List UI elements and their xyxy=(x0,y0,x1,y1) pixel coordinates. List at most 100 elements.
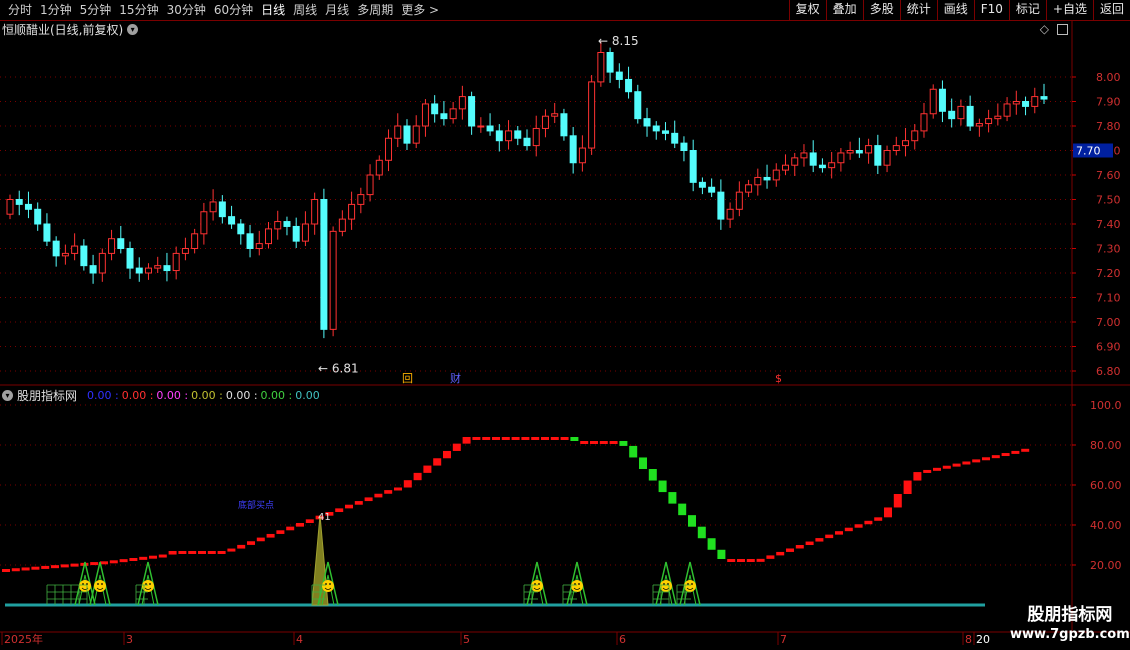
candle-body xyxy=(311,199,319,225)
indicator-bar xyxy=(217,551,226,554)
candle-body xyxy=(994,115,1002,120)
smiley-eye xyxy=(691,583,693,585)
candle-body xyxy=(1012,101,1020,105)
price-axis-label: 7.00 xyxy=(1096,316,1121,329)
candle-body xyxy=(772,169,780,181)
indicator-bar xyxy=(658,480,667,493)
candle-body xyxy=(717,191,725,220)
candle-body xyxy=(61,252,69,257)
price-axis-label: 8.00 xyxy=(1096,71,1121,84)
candle-body xyxy=(191,233,199,250)
price-axis-label: 6.80 xyxy=(1096,365,1121,378)
candle-body xyxy=(708,186,716,193)
event-marker-2: $ xyxy=(775,372,782,385)
candle-body xyxy=(1003,103,1011,117)
indicator-bar xyxy=(256,537,265,542)
indicator-bar xyxy=(717,549,726,559)
candle-body xyxy=(763,176,771,181)
smiley-icon xyxy=(94,580,106,592)
candle-body xyxy=(274,221,282,230)
price-axis-label: 7.90 xyxy=(1096,96,1121,109)
indicator-bar xyxy=(227,548,236,552)
candle-body xyxy=(98,252,106,274)
indicator-bar xyxy=(129,558,138,561)
candle-body xyxy=(680,142,688,151)
price-axis-label: 7.60 xyxy=(1096,169,1121,182)
indicator-bar xyxy=(305,519,314,523)
indicator-bar xyxy=(521,437,530,440)
candle-body xyxy=(246,233,254,250)
candle-body xyxy=(809,152,817,166)
indicator-bar xyxy=(678,503,687,516)
indicator-bar xyxy=(531,437,540,440)
candle-body xyxy=(375,159,383,176)
indicator-bar xyxy=(178,551,187,554)
candle-body xyxy=(52,240,60,257)
indicator-bar xyxy=(727,559,736,562)
indicator-bar xyxy=(942,465,951,469)
indicator-bar xyxy=(70,563,79,567)
candle-body xyxy=(966,105,974,127)
price-axis-label: 7.30 xyxy=(1096,243,1121,256)
indicator-bar xyxy=(560,437,569,440)
candle-body xyxy=(144,267,152,274)
candle-body xyxy=(782,164,789,171)
indicator-bar xyxy=(933,467,941,471)
candle-body xyxy=(597,52,605,83)
indicator-bar xyxy=(296,522,304,527)
candle-body xyxy=(541,115,549,129)
candle-body xyxy=(1040,96,1048,100)
indicator-bar xyxy=(756,558,765,562)
indicator-bar xyxy=(786,548,794,552)
candle-body xyxy=(625,78,633,93)
smiley-eye xyxy=(538,583,540,585)
candle-body xyxy=(560,113,568,137)
candle-body xyxy=(948,110,956,120)
indicator-bar xyxy=(1021,448,1030,452)
candle-body xyxy=(218,201,226,218)
indicator-blue-label: 底部买点 xyxy=(238,499,274,511)
kline-chart[interactable]: 8.00 7.90 7.80 7.70 7.60 7.50 7.40 7.30 7.20 7.10… xyxy=(0,0,1130,650)
indicator-bar xyxy=(345,504,353,509)
indicator-bar xyxy=(884,507,892,518)
candle-body xyxy=(800,152,808,159)
indicator-bar xyxy=(952,463,961,467)
candle-body xyxy=(357,194,365,205)
candle-body xyxy=(15,199,23,205)
candle-body xyxy=(135,267,143,274)
candle-body xyxy=(366,174,374,196)
candle-body xyxy=(957,105,965,120)
candle-body xyxy=(837,152,845,164)
candle-body xyxy=(117,238,125,249)
indicator-bar xyxy=(247,541,255,545)
candle-body xyxy=(902,140,910,147)
smiley-icon xyxy=(684,580,696,592)
indicator-bar xyxy=(893,494,902,508)
candle-body xyxy=(551,113,559,117)
candle-body xyxy=(265,228,272,245)
candle-body xyxy=(421,103,429,127)
price-axis-label: 7.50 xyxy=(1096,194,1121,207)
price-axis-label: 7.10 xyxy=(1096,292,1121,305)
candle-body xyxy=(24,203,32,210)
candle-body xyxy=(385,137,393,161)
indicator-bar xyxy=(41,565,50,569)
candle-body xyxy=(338,218,346,232)
candle-body xyxy=(468,96,476,127)
indicator-axis-label: 100.0 xyxy=(1090,399,1122,412)
indicator-bar xyxy=(541,437,549,440)
candle-body xyxy=(449,108,457,120)
indicator-bar xyxy=(982,457,990,461)
high-price-label: ← 8.15 xyxy=(598,34,639,48)
indicator-bar xyxy=(168,551,177,555)
price-axis-label: 7.40 xyxy=(1096,218,1121,231)
candle-body xyxy=(43,223,51,242)
indicator-bar xyxy=(207,551,216,554)
candle-body xyxy=(71,245,79,254)
indicator-bar xyxy=(31,566,40,570)
candle-body xyxy=(911,130,919,142)
candle-body xyxy=(495,130,503,142)
candle-body xyxy=(883,150,891,166)
candle-body xyxy=(6,199,14,215)
event-marker-0: 回 xyxy=(402,372,413,385)
